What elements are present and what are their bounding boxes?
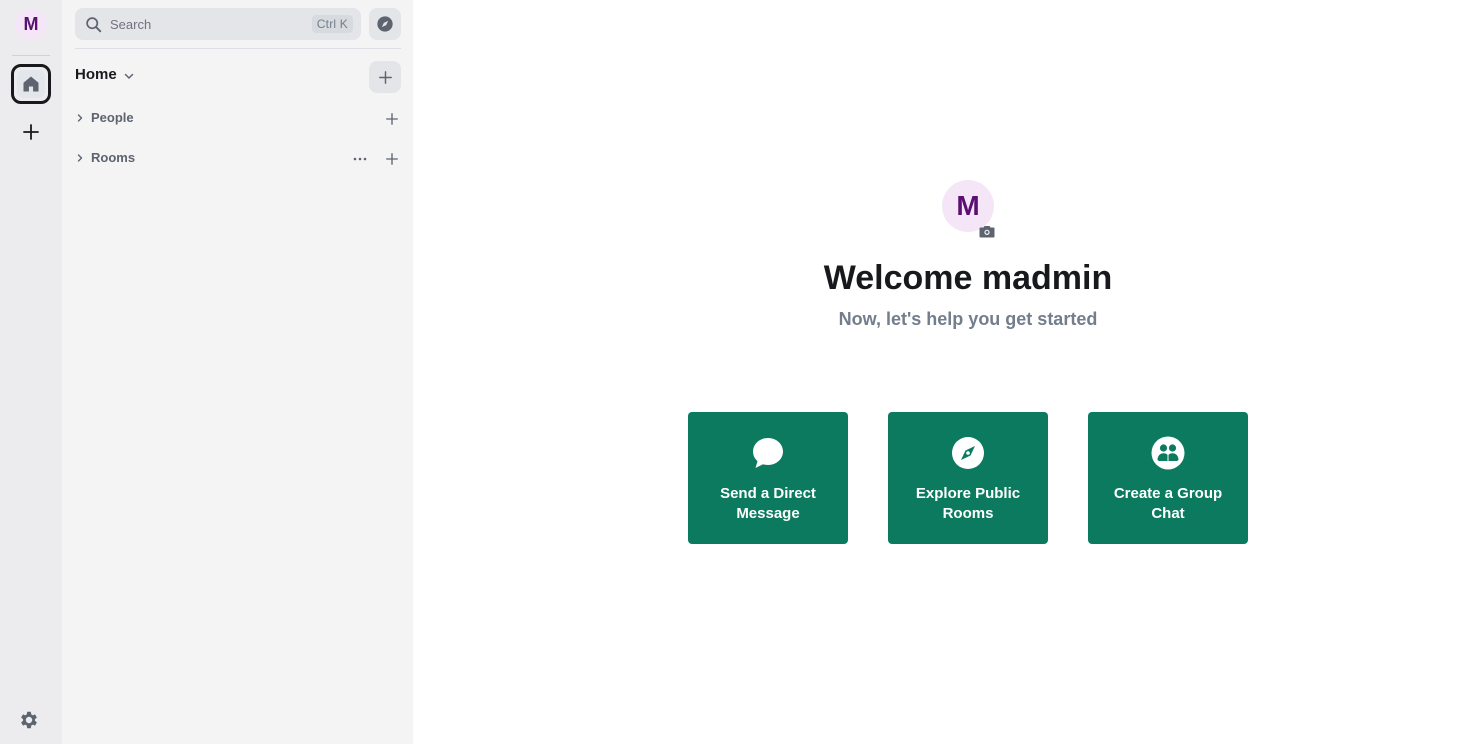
section-rooms-label: Rooms — [91, 150, 136, 165]
more-options-icon — [353, 157, 367, 161]
user-menu-avatar[interactable]: M — [15, 8, 47, 40]
camera-icon — [979, 225, 995, 237]
section-people-toggle[interactable]: People — [75, 110, 134, 125]
home-context-menu[interactable]: Home — [75, 66, 135, 83]
section-rooms-toggle[interactable]: Rooms — [75, 150, 135, 165]
add-room-button[interactable] — [369, 61, 401, 93]
send-direct-message-button[interactable]: Send a Direct Message — [688, 412, 848, 544]
search-shortcut: Ctrl K — [311, 15, 353, 33]
plus-icon — [386, 153, 398, 165]
start-chat-button[interactable] — [382, 109, 402, 129]
search-label: Search — [110, 16, 152, 32]
welcome-subtitle: Now, let's help you get started — [838, 309, 1098, 329]
app-window: M Search Ctrl K Home People Rooms M Welc… — [0, 0, 1462, 744]
home-space-tile — [17, 70, 45, 98]
rooms-options-button[interactable] — [350, 149, 370, 169]
add-room-section-button[interactable] — [382, 149, 402, 169]
search-button[interactable]: Search Ctrl K — [75, 8, 361, 40]
chat-bubble-icon — [749, 434, 787, 472]
home-space-button[interactable] — [11, 64, 51, 104]
create-space-button[interactable] — [19, 120, 43, 144]
section-people-label: People — [91, 110, 134, 125]
room-list-panel: Search Ctrl K Home People Rooms — [62, 0, 413, 744]
room-list-divider — [75, 48, 401, 49]
space-bar-divider — [12, 55, 50, 56]
explore-rooms-button[interactable] — [369, 8, 401, 40]
explore-public-rooms-button[interactable]: Explore Public Rooms — [888, 412, 1048, 544]
chevron-down-icon — [124, 73, 133, 79]
compass-icon — [949, 434, 987, 472]
plus-icon — [378, 70, 392, 84]
upload-avatar-button[interactable] — [978, 223, 996, 239]
chevron-right-icon — [77, 113, 83, 122]
group-icon — [1149, 434, 1187, 472]
compass-icon — [377, 16, 393, 32]
create-group-chat-label: Create a Group Chat — [1113, 485, 1223, 522]
home-page: M Welcome madmin Now, let's help you get… — [413, 0, 1462, 744]
send-direct-message-label: Send a Direct Message — [720, 485, 816, 522]
home-title: Home — [75, 66, 117, 83]
quick-settings-button[interactable] — [17, 708, 41, 732]
plus-icon — [23, 124, 39, 140]
explore-public-rooms-label: Explore Public Rooms — [915, 485, 1021, 522]
welcome-title: Welcome madmin — [823, 259, 1113, 297]
space-bar: M — [0, 0, 62, 744]
home-icon — [23, 76, 39, 92]
search-icon — [85, 15, 103, 33]
plus-icon — [386, 113, 398, 125]
gear-icon — [21, 711, 37, 729]
chevron-right-icon — [77, 153, 83, 162]
create-group-chat-button[interactable]: Create a Group Chat — [1088, 412, 1248, 544]
